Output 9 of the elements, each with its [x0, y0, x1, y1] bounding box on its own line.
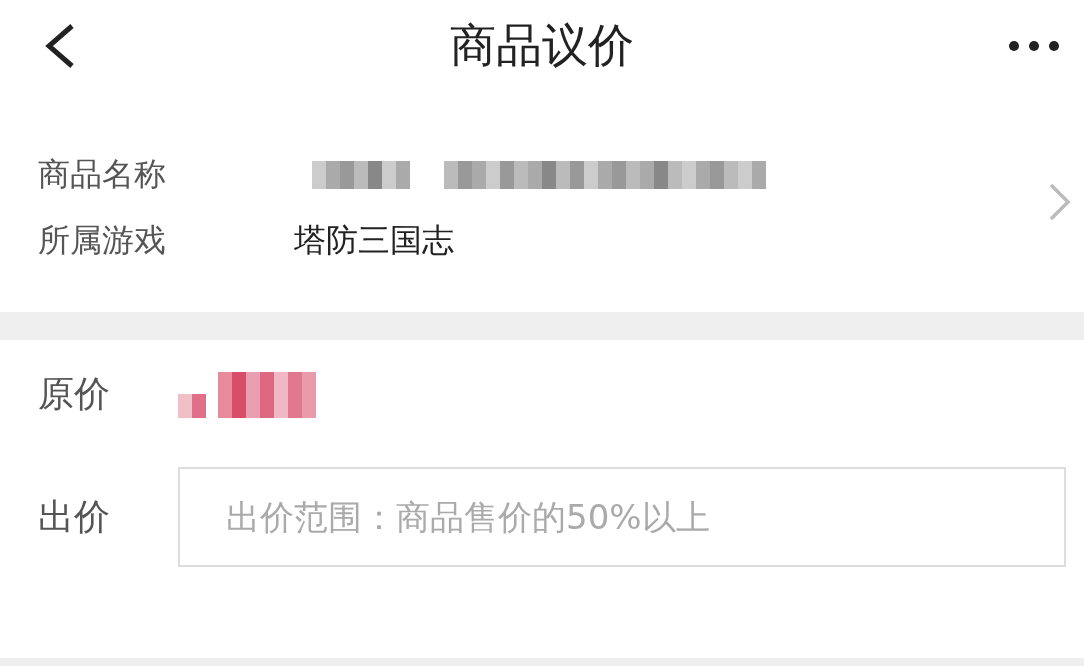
more-icon[interactable]: [1008, 40, 1060, 52]
page-title: 商品议价: [450, 17, 634, 74]
offer-input[interactable]: 出价范围：商品售价的50%以上: [178, 467, 1066, 567]
field-label: 商品名称: [38, 154, 167, 195]
field-label: 出价: [38, 494, 111, 539]
game-name: 塔防三国志: [294, 220, 454, 261]
back-icon[interactable]: [44, 23, 76, 69]
field-label: 所属游戏: [38, 220, 167, 261]
field-label: 原价: [38, 372, 111, 416]
